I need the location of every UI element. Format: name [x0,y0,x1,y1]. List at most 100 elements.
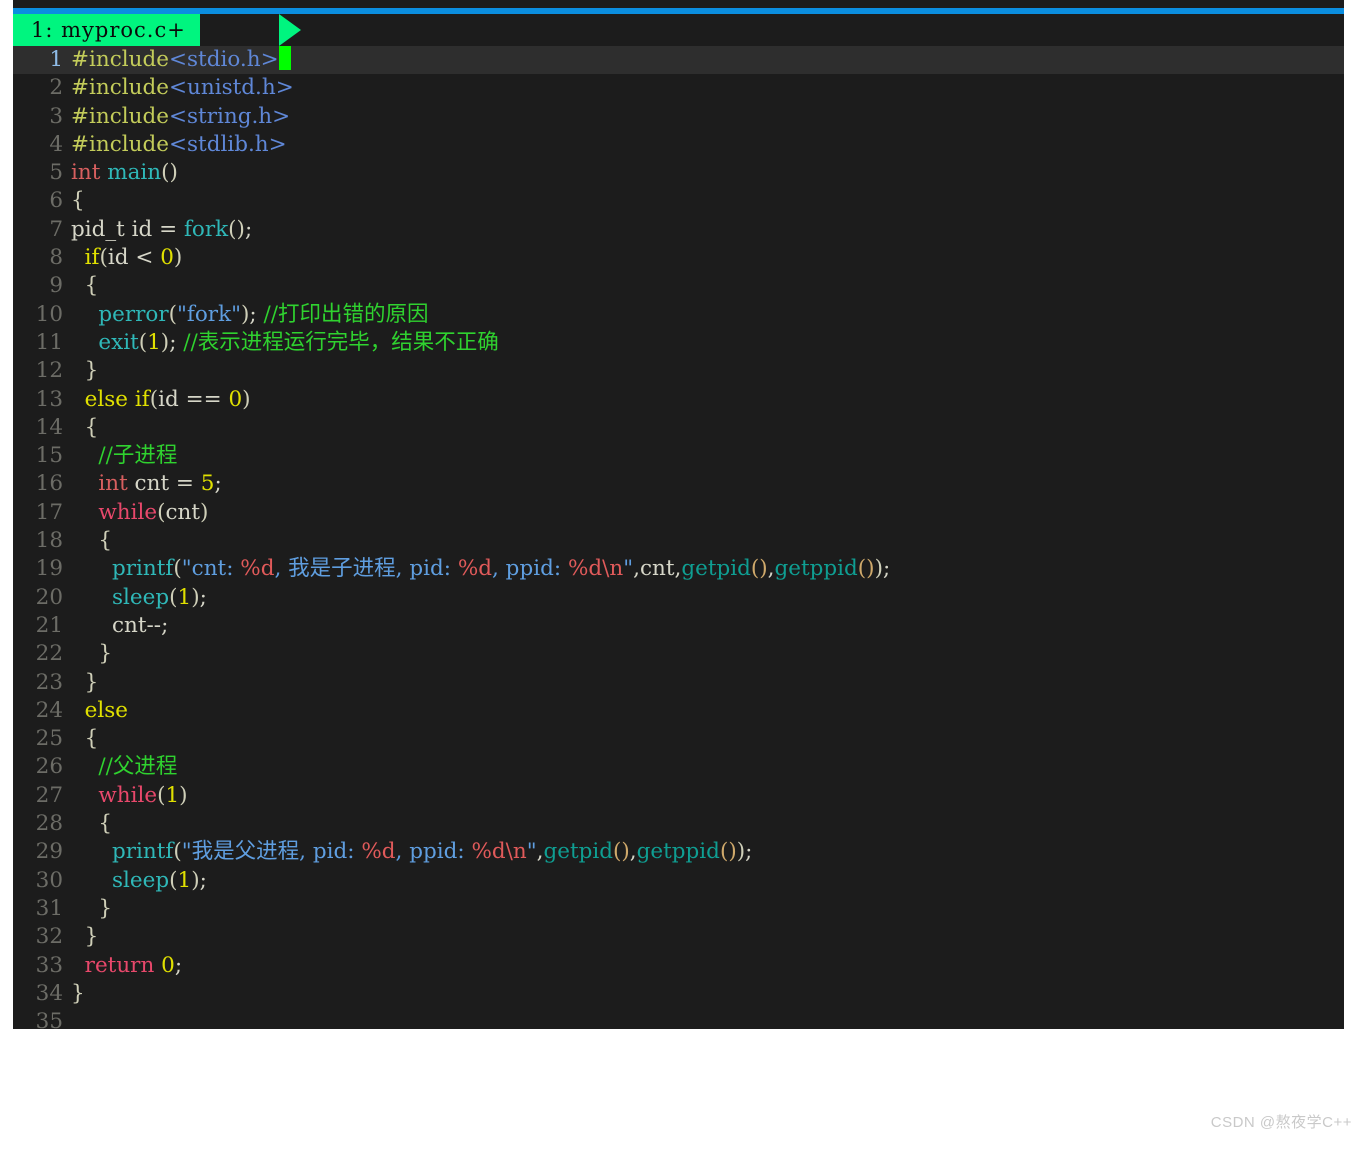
code-line-content: } [71,669,1344,697]
token-number: 1 [165,782,180,808]
line-number: 11 [35,329,63,355]
token-function-call: sleep [112,867,170,893]
token-keyword-else: else [84,697,129,723]
code-line[interactable]: 26 //父进程 [13,753,1344,781]
token-format-spec: %d [361,839,396,865]
code-line[interactable]: 23 } [13,669,1344,697]
token-paren: () [719,839,737,865]
token-brace: { [84,414,99,440]
code-line[interactable]: 5 int main() [13,159,1344,187]
code-line-content: if(id < 0) [71,244,1344,272]
line-number: 20 [35,584,63,610]
line-number: 29 [35,839,63,865]
token-format-spec: %d [457,556,493,582]
code-line[interactable]: 7 pid_t id = fork(); [13,216,1344,244]
line-number: 4 [49,131,63,157]
code-line[interactable]: 21 cnt--; [13,612,1344,640]
code-line-content: printf("我是父进程, pid: %d, ppid: %d\n",getp… [71,838,1344,866]
token-brace: } [84,924,99,950]
line-number: 18 [35,528,63,554]
code-line-content: sleep(1); [71,867,1344,895]
token-format-spec: %d\n [471,839,527,865]
code-area[interactable]: 1 #include<stdio.h> 2 #include<unistd.h>… [13,46,1344,1034]
code-line[interactable]: 27 while(1) [13,782,1344,810]
token-function-call: getppid [636,839,720,865]
code-line-content: { [71,810,1344,838]
code-line[interactable]: 18 { [13,527,1344,555]
code-line[interactable]: 13 else if(id == 0) [13,386,1344,414]
token-function-call: printf [112,839,174,865]
line-number: 24 [35,697,63,723]
token-paren: ) [242,386,251,412]
token-keyword-return: return [84,952,155,978]
token-number: 1 [177,584,192,610]
code-line[interactable]: 14 { [13,414,1344,442]
token-identifier: cnt-- [112,612,162,638]
code-line-content: sleep(1); [71,584,1344,612]
token-preprocessor: #include [71,131,169,157]
token-paren: ( [168,301,177,327]
code-line[interactable]: 19 printf("cnt: %d, 我是子进程, pid: %d, ppid… [13,555,1344,583]
code-line[interactable]: 28 { [13,810,1344,838]
code-line[interactable]: 32 } [13,923,1344,951]
tab-myproc[interactable]: 1: myproc.c+ [13,14,200,46]
token-punctuation: ; [199,584,207,610]
token-brace: } [71,980,85,1006]
token-punctuation: ; [199,867,207,893]
code-line[interactable]: 12 } [13,357,1344,385]
code-line[interactable]: 35 [13,1008,1344,1036]
code-line-content: { [71,725,1344,753]
code-line[interactable]: 31 } [13,895,1344,923]
code-line-content: else if(id == 0) [71,386,1344,414]
code-line[interactable]: 11 exit(1); //表示进程运行完毕，结果不正确 [13,329,1344,357]
code-line[interactable]: 10 perror("fork"); //打印出错的原因 [13,301,1344,329]
token-include-path: <string.h> [169,103,291,129]
token-punctuation: ; [244,216,253,242]
token-preprocessor: #include [71,47,169,72]
code-line[interactable]: 4 #include<stdlib.h> [13,131,1344,159]
code-line[interactable]: 25 { [13,725,1344,753]
code-line[interactable]: 17 while(cnt) [13,499,1344,527]
code-line-content: printf("cnt: %d, 我是子进程, pid: %d, ppid: %… [71,555,1344,583]
line-number: 28 [35,811,63,837]
code-line[interactable]: 9 { [13,272,1344,300]
code-line-content: //父进程 [71,753,1344,781]
code-line[interactable]: 16 int cnt = 5; [13,470,1344,498]
code-line-content: exit(1); //表示进程运行完毕，结果不正确 [71,329,1344,357]
code-line[interactable]: 2 #include<unistd.h> [13,74,1344,102]
code-line[interactable]: 24 else [13,697,1344,725]
token-paren: ( [169,867,178,893]
line-number: 23 [35,669,63,695]
token-paren: ( [169,584,178,610]
code-line-content: { [71,414,1344,442]
token-string: " [623,556,634,582]
token-brace: { [84,726,99,752]
code-line[interactable]: 3 #include<string.h> [13,103,1344,131]
code-line[interactable]: 15 //子进程 [13,442,1344,470]
code-line[interactable]: 29 printf("我是父进程, pid: %d, ppid: %d\n",g… [13,838,1344,866]
token-number: 0 [160,245,174,271]
code-line[interactable]: 20 sleep(1); [13,584,1344,612]
code-line[interactable]: 30 sleep(1); [13,867,1344,895]
token-string: , ppid: [492,556,568,582]
token-paren: ( [173,839,182,865]
code-line[interactable]: 8 if(id < 0) [13,244,1344,272]
token-paren: ) [179,782,188,808]
code-line[interactable]: 33 return 0; [13,952,1344,980]
token-keyword-while: while [98,782,158,808]
token-include-path: <unistd.h> [169,75,294,101]
code-line[interactable]: 1 #include<stdio.h> [13,46,1344,75]
token-punctuation: , [629,839,637,865]
token-paren: ( [149,386,159,412]
token-function-name: main [107,160,162,186]
code-line[interactable]: 34 } [13,980,1344,1008]
code-line-content: { [71,527,1344,555]
code-line[interactable]: 22 } [13,640,1344,668]
token-paren: () [857,556,875,582]
token-number: 1 [177,867,192,893]
code-line[interactable]: 6 { [13,187,1344,215]
line-number: 3 [49,103,63,129]
token-paren: ) [160,329,170,355]
token-identifier: cnt [165,499,200,525]
token-paren: ) [874,556,883,582]
